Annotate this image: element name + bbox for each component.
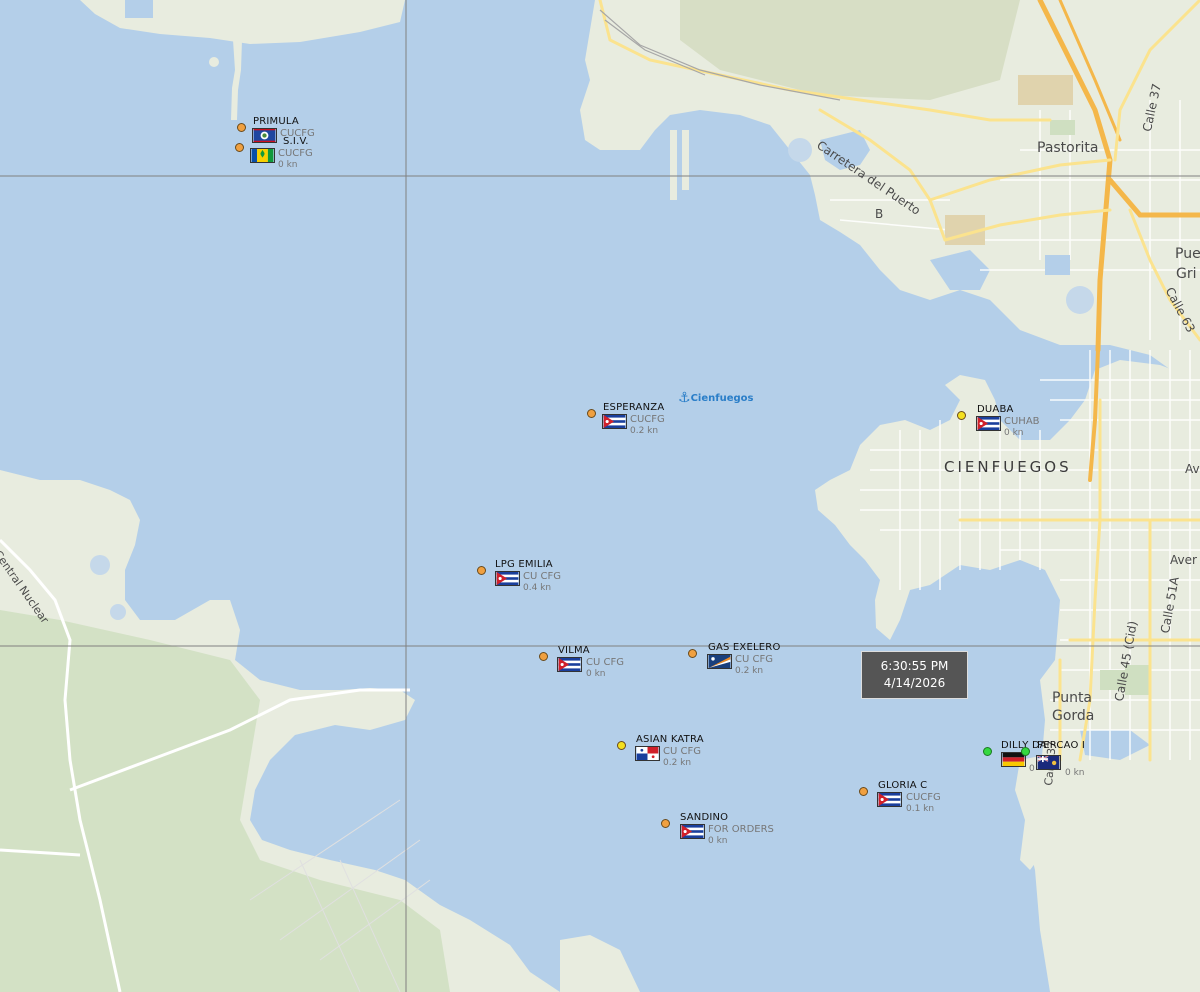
status-dot [235, 143, 244, 152]
vessel-speed: 0 kn [1065, 768, 1085, 778]
vessel-lpg-emilia[interactable]: LPG EMILIA CU CFG 0.4 kn [477, 559, 627, 604]
flag-cuba-icon [680, 824, 705, 839]
label-cienfuegos: CIENFUEGOS [944, 458, 1072, 476]
label-av: Av [1185, 462, 1200, 476]
status-dot [983, 747, 992, 756]
vessel-percao-i[interactable]: PERCAO I 0 kn [1021, 740, 1101, 785]
tooltip-date: 4/14/2026 [883, 676, 946, 690]
vessel-speed: 0 kn [1004, 428, 1024, 438]
label-pastorita: Pastorita [1037, 140, 1099, 156]
vessel-name: SANDINO [680, 812, 729, 823]
flag-cuba-icon [557, 657, 582, 672]
vessel-esperanza[interactable]: ESPERANZA CUCFG 0.2 kn [587, 402, 737, 447]
status-dot [661, 819, 670, 828]
status-dot [859, 787, 868, 796]
vessel-gloria-c[interactable]: GLORIA C CUCFG 0.1 kn [859, 780, 1009, 825]
vessel-name: PERCAO I [1037, 740, 1086, 751]
vessel-destination: CUCFG [278, 148, 313, 159]
status-dot [617, 741, 626, 750]
vessel-name: S.I.V. [283, 136, 309, 147]
label-aver: Aver [1170, 553, 1197, 567]
vessel-destination: FOR ORDERS [708, 824, 774, 835]
vessel-destination: CU CFG [735, 654, 773, 665]
vessel-name: ESPERANZA [603, 402, 665, 413]
label-road-b: B [875, 207, 884, 221]
vessel-sandino[interactable]: SANDINO FOR ORDERS 0 kn [661, 812, 811, 857]
vessel-speed: 0.4 kn [523, 583, 552, 593]
timestamp-tooltip: 6:30:55 PM 4/14/2026 [861, 651, 968, 699]
vessel-name: PRIMULA [253, 116, 299, 127]
vessel-destination: CU CFG [586, 657, 624, 668]
label-punta-gorda-line1: Punta [1052, 690, 1093, 706]
vessel-name: VILMA [558, 645, 590, 656]
status-dot [1021, 747, 1030, 756]
flag-cayman-icon [1036, 755, 1061, 770]
vessel-vilma[interactable]: VILMA CU CFG 0 kn [539, 645, 689, 690]
tooltip-time: 6:30:55 PM [880, 659, 949, 673]
status-dot [237, 123, 246, 132]
vessel-speed: 0.1 kn [906, 804, 935, 814]
vessel-asian-katra[interactable]: ASIAN KATRA CU CFG 0.2 kn [617, 734, 767, 779]
vessel-destination: CU CFG [663, 746, 701, 757]
status-dot [957, 411, 966, 420]
flag-cuba-icon [976, 416, 1001, 431]
vessel-destination: CUCFG [906, 792, 941, 803]
status-dot [688, 649, 697, 658]
vessel-destination: CUCFG [630, 414, 665, 425]
vessel-speed: 0 kn [278, 160, 298, 170]
vessel-destination: CU CFG [523, 571, 561, 582]
vessel-name: LPG EMILIA [495, 559, 553, 570]
vessel-destination: CUHAB [1004, 416, 1040, 427]
flag-cuba-icon [495, 571, 520, 586]
vessel-duaba[interactable]: DUABA CUHAB 0 kn [957, 404, 1107, 449]
vessel-name: GAS EXELERO [708, 642, 781, 653]
label-gri: Gri [1176, 266, 1197, 282]
map-canvas[interactable] [0, 0, 1200, 992]
status-dot [539, 652, 548, 661]
vessel-speed: 0.2 kn [663, 758, 692, 768]
vessel-name: GLORIA C [878, 780, 928, 791]
label-pue: Pue [1175, 246, 1200, 262]
vessel-gas-exelero[interactable]: GAS EXELERO CU CFG 0.2 kn [688, 642, 838, 687]
flag-cuba-icon [602, 414, 627, 429]
vessel-name: DUABA [977, 404, 1014, 415]
vessel-speed: 0.2 kn [630, 426, 659, 436]
status-dot [587, 409, 596, 418]
flag-cuba-icon [877, 792, 902, 807]
vessel-speed: 0.2 kn [735, 666, 764, 676]
vessel-speed: 0 kn [708, 836, 728, 846]
label-punta-gorda-line2: Gorda [1052, 708, 1095, 724]
flag-panama-icon [635, 746, 660, 761]
vessel-name: ASIAN KATRA [636, 734, 704, 745]
vessel-speed: 0 kn [586, 669, 606, 679]
flag-marshall-islands-icon [707, 654, 732, 669]
status-dot [477, 566, 486, 575]
vessel-siv[interactable]: S.I.V. CUCFG 0 kn [235, 136, 385, 181]
flag-saint-vincent-icon [250, 148, 275, 163]
